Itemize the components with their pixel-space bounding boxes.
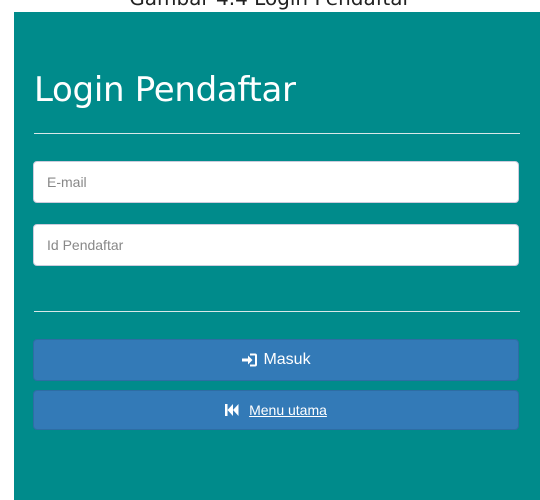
masuk-button-label: Masuk xyxy=(263,351,311,368)
divider-top xyxy=(34,133,520,134)
sign-in-icon xyxy=(241,352,259,368)
fast-backward-icon xyxy=(225,404,239,416)
page-title: Login Pendaftar xyxy=(34,70,296,110)
id-pendaftar-field[interactable] xyxy=(33,224,519,266)
partial-caption: Gambar 4.4 Login Pendaftar xyxy=(0,0,540,10)
masuk-button[interactable]: Masuk xyxy=(33,339,519,381)
divider-bottom xyxy=(34,311,520,312)
menu-utama-label: Menu utama xyxy=(249,402,327,418)
email-field[interactable] xyxy=(33,161,519,203)
menu-utama-button[interactable]: Menu utama xyxy=(33,390,519,430)
login-panel: Login Pendaftar Masuk Menu utama xyxy=(14,12,540,500)
